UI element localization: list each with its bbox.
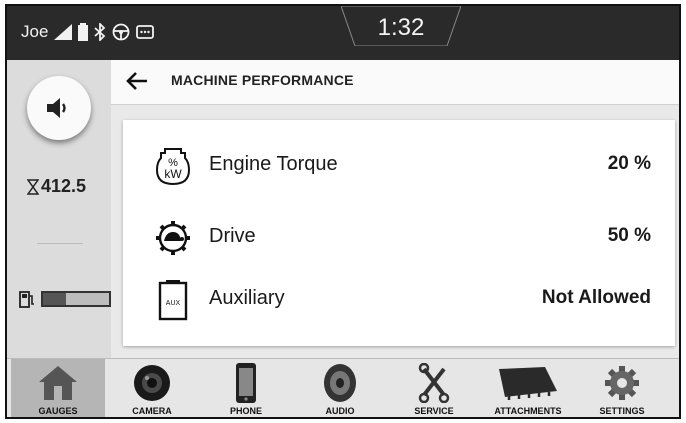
back-arrow-icon[interactable] [125,70,149,92]
nav-service[interactable]: SERVICE [387,359,481,417]
nav-attachments[interactable]: ATTACHMENTS [481,359,575,417]
performance-card: % kW Engine Torque 20 % Drive 50 % AUX A… [123,120,675,346]
nav-label: AUDIO [325,406,355,416]
divider [37,243,83,244]
clock-time: 1:32 [377,14,425,41]
list-item-engine-torque[interactable]: % kW Engine Torque 20 % [123,136,675,196]
nav-label: CAMERA [132,406,172,416]
nav-label: ATTACHMENTS [494,406,562,416]
wrench-icon [418,363,450,403]
row-label: Drive [209,225,256,247]
phone-icon [236,363,256,403]
fuel-level-bar [41,291,111,307]
list-item-auxiliary[interactable]: AUX Auxiliary Not Allowed [123,270,675,330]
torque-icon-bottom: kW [164,167,182,181]
nav-audio[interactable]: AUDIO [293,359,387,417]
signal-icon [54,24,73,40]
list-item-drive[interactable]: Drive 50 % [123,208,675,268]
display-screen: Joe 1:32 412.5 MACHINE PERFORMANCE % kW … [5,4,681,419]
row-value: 50 % [607,225,651,246]
nav-settings[interactable]: SETTINGS [575,359,669,417]
row-label: Engine Torque [209,153,338,175]
nav-camera[interactable]: CAMERA [105,359,199,417]
page-title: MACHINE PERFORMANCE [171,72,354,88]
fuel-pump-icon [19,291,34,308]
nav-label: GAUGES [38,406,78,416]
nav-gauges[interactable]: GAUGES [11,359,105,417]
hourglass-icon [27,178,39,195]
row-label: Auxiliary [209,287,285,309]
status-bar: Joe 1:32 [7,6,679,60]
nav-phone[interactable]: PHONE [199,359,293,417]
engine-hours-value: 412.5 [41,176,87,196]
house-icon [39,366,77,400]
gear-icon [605,366,639,400]
steering-icon [113,23,130,41]
user-name: Joe [21,22,49,41]
drive-turtle-gear-icon [153,216,193,260]
nav-label: SETTINGS [599,406,645,416]
engine-torque-icon: % kW [153,144,193,188]
speaker-icon [324,364,356,402]
fuel-gauge [19,290,111,308]
nav-label: PHONE [229,406,262,416]
message-icon [136,25,155,39]
bluetooth-icon [94,23,106,41]
bucket-icon [499,367,557,400]
nav-label: SERVICE [414,406,454,416]
auxiliary-icon: AUX [153,278,193,322]
fuel-level-fill [43,293,67,305]
left-sidebar: 412.5 [7,60,111,358]
page-header: MACHINE PERFORMANCE [111,60,679,105]
volume-button[interactable] [27,76,91,140]
row-value: 20 % [607,153,651,174]
camera-icon [134,365,170,401]
row-value: Not Allowed [541,287,651,308]
battery-icon [78,23,89,41]
speaker-volume-icon [47,98,66,118]
bottom-nav: GAUGES CAMERA PHONE AUDIO SERVICE ATTACH… [7,358,679,417]
aux-icon-text: AUX [166,300,181,307]
engine-hours: 412.5 [27,176,86,197]
